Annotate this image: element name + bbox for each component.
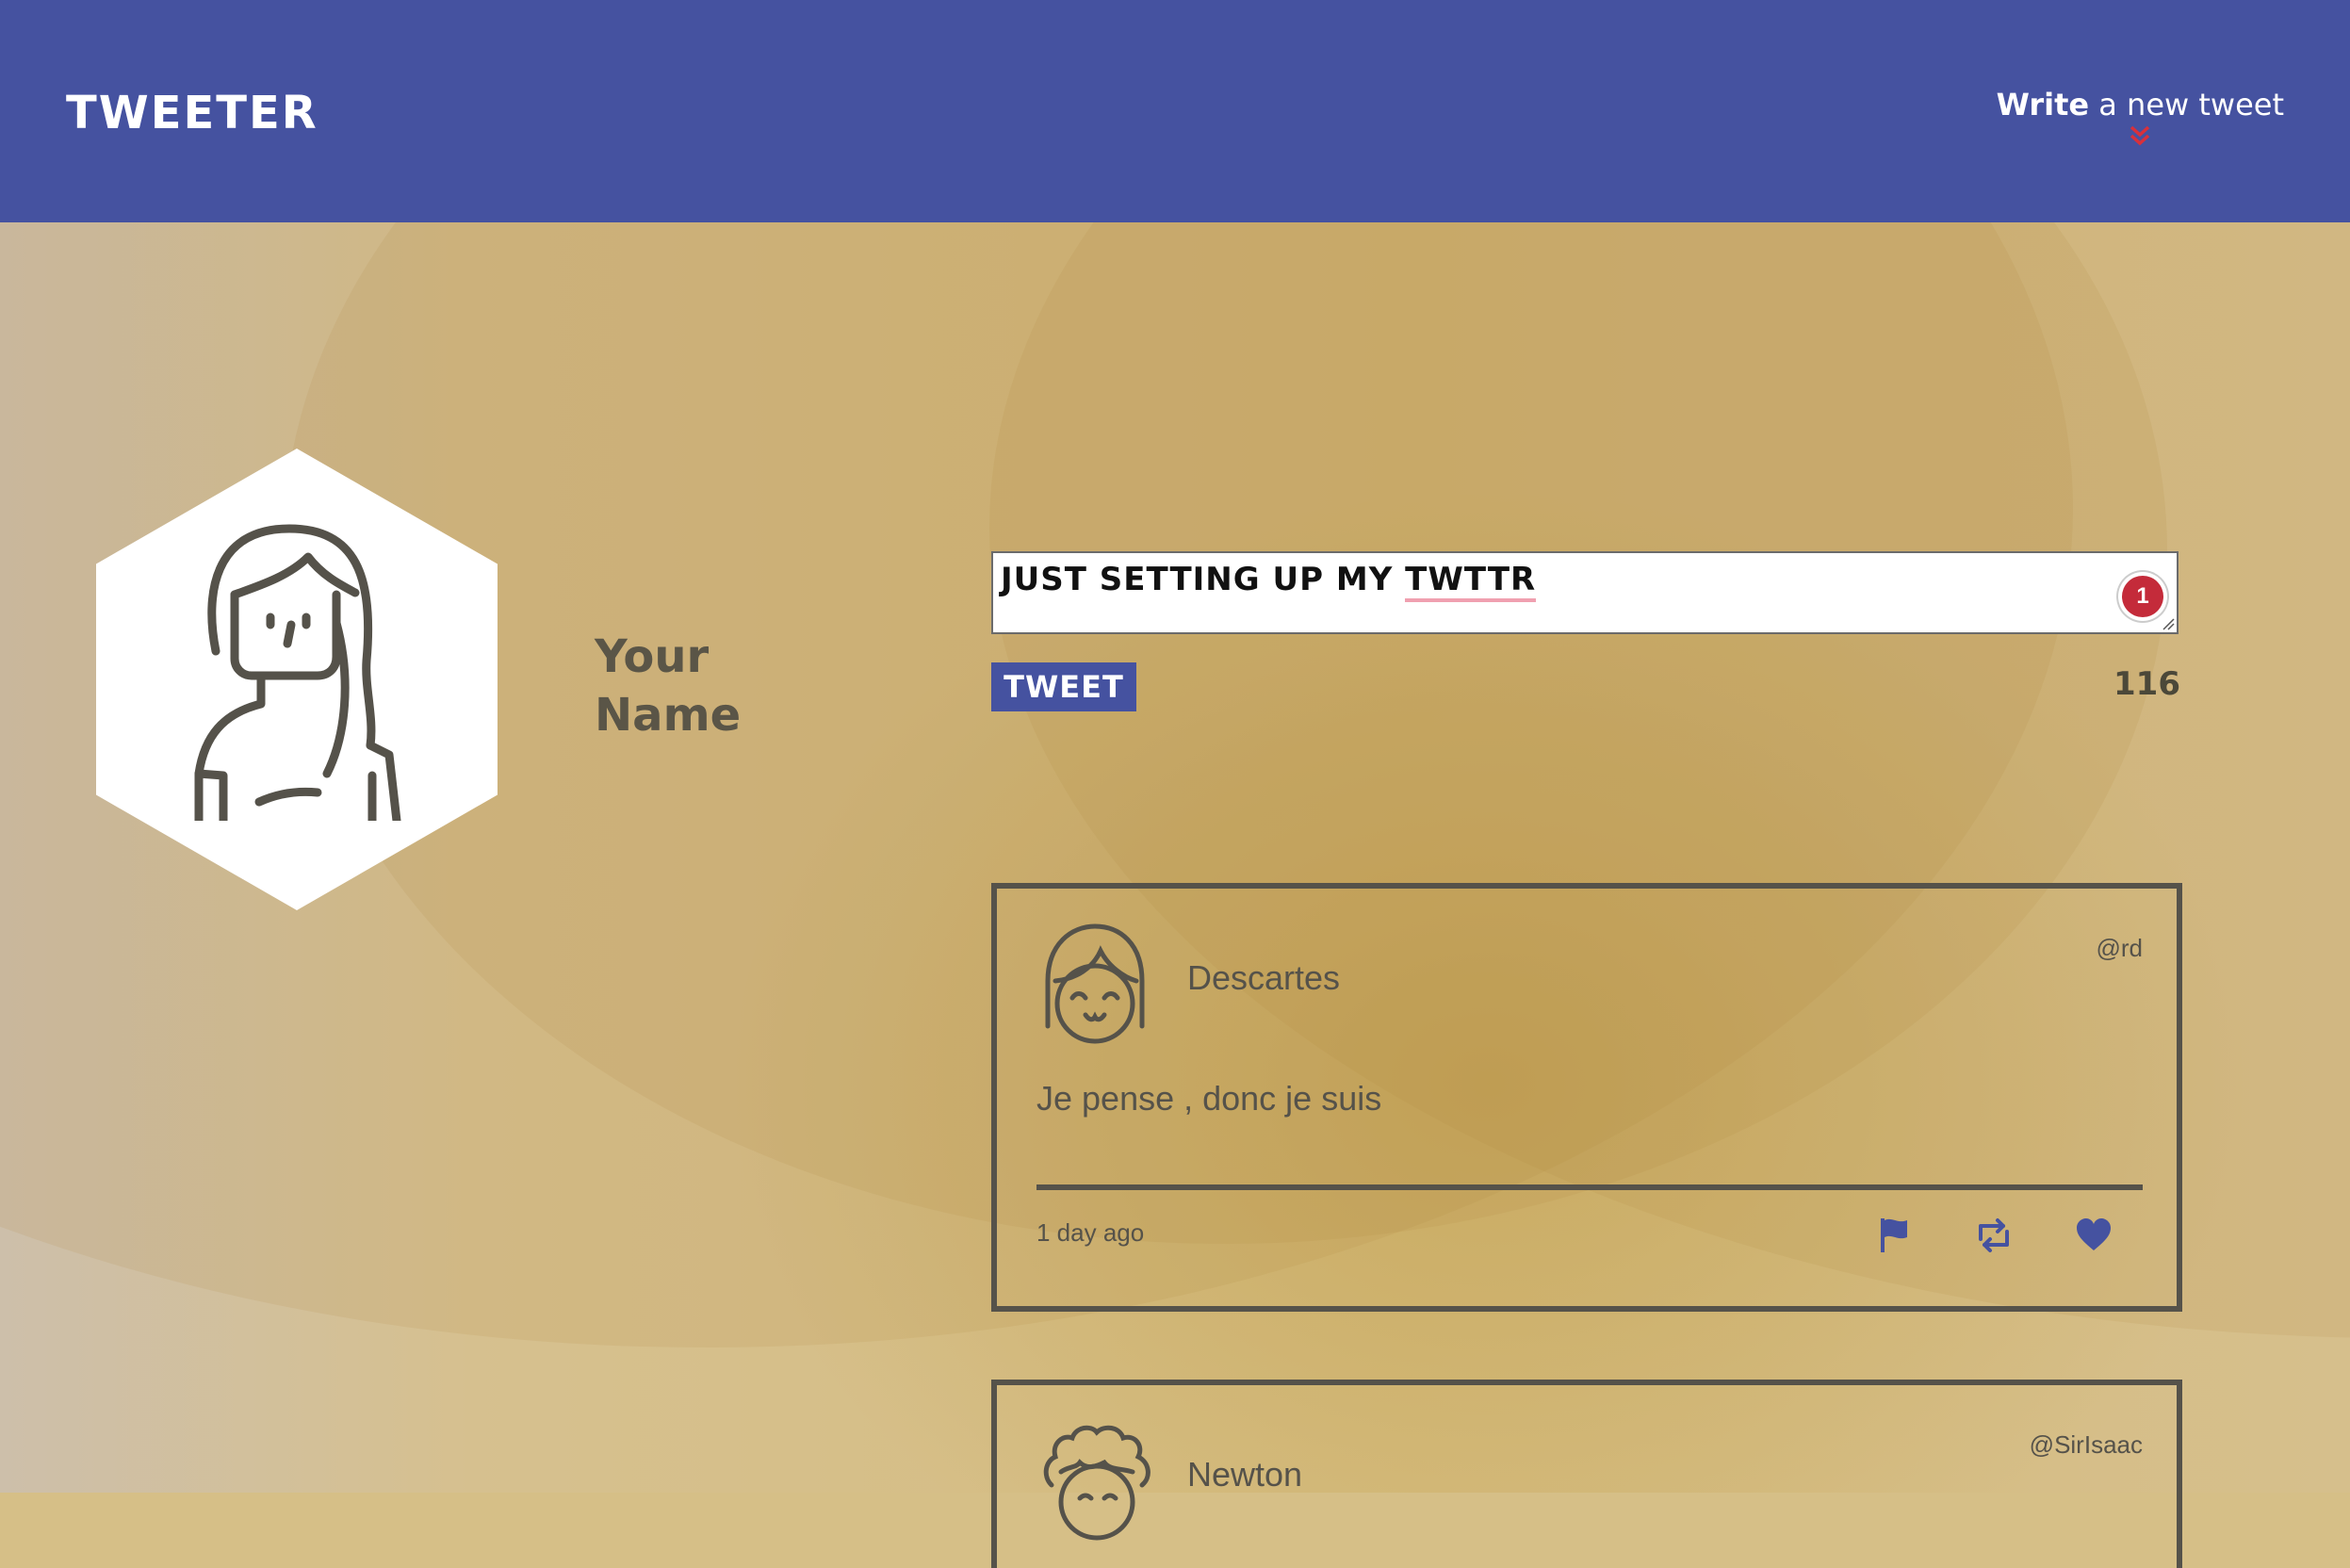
- resize-handle-icon[interactable]: [2162, 617, 2175, 630]
- tweet-actions: [1873, 1215, 2114, 1256]
- tweet-author-handle[interactable]: @SirIsaac: [2030, 1430, 2143, 1460]
- compose-link-bold: Write: [1996, 87, 2090, 122]
- misspelled-word[interactable]: TWTTR: [1405, 561, 1537, 602]
- char-counter: 116: [2113, 665, 2180, 703]
- tweet-author-name[interactable]: Descartes: [1187, 958, 1340, 998]
- heart-icon[interactable]: [2073, 1215, 2114, 1256]
- write-new-tweet-link[interactable]: Write a new tweet: [1997, 87, 2284, 149]
- tweet-body: Je pense , donc je suis: [1036, 1079, 1382, 1118]
- tweet-author-name[interactable]: Newton: [1187, 1455, 1302, 1494]
- grammar-error-badge[interactable]: 1: [2122, 576, 2163, 617]
- tweet-divider: [1036, 1184, 2143, 1190]
- tweet-textarea[interactable]: JUST SETTING UP MY TWTTR 1: [991, 551, 2179, 634]
- profile-name-first: Your: [595, 630, 710, 683]
- profile-name: Your Name: [595, 628, 783, 744]
- flag-icon[interactable]: [1873, 1215, 1915, 1256]
- tweet-text: JUST SETTING UP MY TWTTR: [1001, 561, 1537, 602]
- tweet-text-plain: JUST SETTING UP MY: [1001, 561, 1406, 598]
- app-logo[interactable]: TWEETER: [66, 87, 318, 139]
- profile-name-last: Name: [595, 689, 742, 742]
- tweet-card: Newton @SirIsaac: [991, 1380, 2182, 1568]
- double-chevron-down-icon[interactable]: [1997, 124, 2284, 149]
- tweet-card: Descartes @rd Je pense , donc je suis 1 …: [991, 883, 2182, 1312]
- top-nav: TWEETER Write a new tweet: [0, 0, 2350, 222]
- woman-avatar-icon: [194, 524, 401, 821]
- girl-avatar-icon: [1045, 923, 1145, 1044]
- retweet-icon[interactable]: [1973, 1215, 2015, 1256]
- tweet-author-handle[interactable]: @rd: [2096, 934, 2143, 963]
- tweet-timestamp: 1 day ago: [1036, 1218, 1145, 1247]
- compose-link-rest: a new tweet: [2089, 87, 2284, 122]
- tweet-button[interactable]: TWEET: [991, 662, 1136, 711]
- curly-hair-avatar-icon: [1043, 1425, 1151, 1541]
